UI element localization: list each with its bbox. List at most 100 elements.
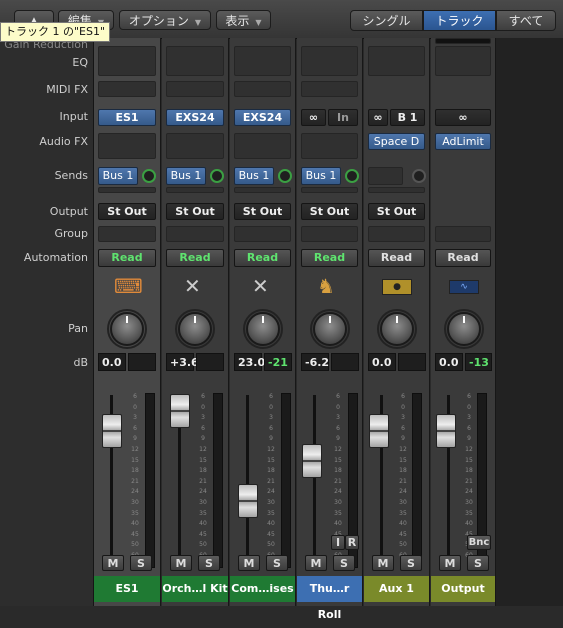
options-menu[interactable]: オプション ▼ [119,10,211,30]
stereo-link-button[interactable]: ∞ [435,109,491,126]
volume-fader[interactable] [102,414,122,448]
automation-mode[interactable]: Read [301,249,358,267]
channel-strip-output[interactable]: ∞ AdLimit Read ∿ 0.0 -13 6 0 3 6 9 12 15 18 21 24… [431,38,496,606]
channel-strip-com-ises[interactable]: EXS24 Bus 1 St Out Read ✕ 23.0 -21 6 0 3 6 9… [230,38,296,606]
send-slot-empty-2[interactable] [368,187,425,193]
group-slot[interactable] [166,226,224,242]
channel-strip-es1[interactable]: ES1 Bus 1 St Out Read ⌨ 0.0 6 0 3 6 9 12 15 18 2… [94,38,161,606]
input-slot[interactable]: B 1 [390,109,425,126]
pan-knob[interactable] [178,312,212,346]
send-level-knob[interactable] [278,169,292,183]
bounce-button[interactable]: Bnc [467,535,491,550]
output-slot[interactable]: St Out [98,203,156,220]
send-slot[interactable]: Bus 1 [98,167,138,185]
track-name[interactable]: Com…ises [230,576,295,602]
automation-mode[interactable]: Read [234,249,291,267]
audio-fx-slot[interactable] [234,133,291,159]
automation-mode[interactable]: Read [166,249,224,267]
pan-knob[interactable] [313,312,347,346]
send-slot[interactable]: Bus 1 [166,167,206,185]
channel-strip-thunder-roll[interactable]: ∞ In Bus 1 St Out Read ♞ -6.2 6 0 3 6 9 12 15 1… [297,38,363,621]
stereo-link-button[interactable]: ∞ [368,109,388,126]
solo-button[interactable]: S [198,555,220,571]
automation-mode[interactable]: Read [98,249,156,267]
eq-slot[interactable] [435,46,491,76]
input-monitor-button[interactable]: I [331,535,345,550]
view-all-button[interactable]: すべて [496,10,556,31]
pan-knob[interactable] [110,312,144,346]
solo-button[interactable]: S [333,555,355,571]
group-slot[interactable] [435,226,491,242]
send-slot-empty[interactable] [98,187,156,193]
volume-fader[interactable] [170,394,190,428]
send-level-knob[interactable] [412,169,426,183]
view-menu[interactable]: 表示 ▼ [216,10,271,30]
pan-knob[interactable] [380,312,414,346]
audio-fx-slot[interactable] [98,133,156,159]
mute-button[interactable]: M [170,555,192,571]
input-slot[interactable]: EXS24 [166,109,224,126]
send-level-knob[interactable] [345,169,359,183]
group-slot[interactable] [301,226,358,242]
midi-fx-slot[interactable] [166,81,224,97]
track-name[interactable]: Orch…l Kit [162,576,228,602]
eq-slot[interactable] [368,46,425,76]
mute-button[interactable]: M [305,555,327,571]
solo-button[interactable]: S [130,555,152,571]
volume-fader[interactable] [436,414,456,448]
send-slot[interactable]: Bus 1 [234,167,274,185]
output-slot[interactable]: St Out [166,203,224,220]
audio-fx-slot[interactable]: AdLimit [435,133,491,150]
volume-fader[interactable] [238,484,258,518]
volume-fader[interactable] [369,414,389,448]
send-slot-empty[interactable] [166,187,224,193]
group-slot[interactable] [368,226,425,242]
input-slot[interactable]: EXS24 [234,109,291,126]
channel-strip-aux1[interactable]: ∞ B 1 Space D St Out Read ● 0.0 6 0 3 6 9 12 1… [364,38,430,606]
eq-slot[interactable] [234,46,291,76]
track-name[interactable]: ES1 [94,576,160,602]
send-slot[interactable]: Bus 1 [301,167,341,185]
mute-button[interactable]: M [238,555,260,571]
solo-button[interactable]: S [467,555,489,571]
group-slot[interactable] [98,226,156,242]
solo-button[interactable]: S [400,555,422,571]
solo-button[interactable]: S [266,555,288,571]
eq-slot[interactable] [301,46,358,76]
input-slot[interactable]: In [328,109,358,126]
audio-fx-slot[interactable] [301,133,358,159]
pan-knob[interactable] [447,312,481,346]
record-enable-button[interactable]: R [345,535,359,550]
volume-fader[interactable] [302,444,322,478]
send-slot-empty[interactable] [234,187,291,193]
view-single-button[interactable]: シングル [350,10,423,31]
send-level-knob[interactable] [210,169,224,183]
input-slot[interactable]: ES1 [98,109,156,126]
send-slot-empty[interactable] [368,167,403,185]
eq-slot[interactable] [98,46,156,76]
midi-fx-slot[interactable] [301,81,358,97]
output-slot[interactable]: St Out [301,203,358,220]
view-track-button[interactable]: トラック [423,10,496,31]
group-slot[interactable] [234,226,291,242]
midi-fx-slot[interactable] [234,81,291,97]
track-name[interactable]: Thu…r Roll [297,576,362,621]
eq-slot[interactable] [166,46,224,76]
track-name[interactable]: Output [431,576,495,602]
audio-fx-slot[interactable]: Space D [368,133,425,150]
channel-strip-orch-kit[interactable]: EXS24 Bus 1 St Out Read ✕ +3.6 6 0 3 6 9 12 15… [162,38,229,606]
mute-button[interactable]: M [372,555,394,571]
mute-button[interactable]: M [102,555,124,571]
automation-mode[interactable]: Read [435,249,491,267]
output-slot[interactable]: St Out [368,203,425,220]
send-slot-empty[interactable] [301,187,358,193]
pan-knob[interactable] [246,312,280,346]
audio-fx-slot[interactable] [166,133,224,159]
midi-fx-slot[interactable] [98,81,156,97]
send-level-knob[interactable] [142,169,156,183]
automation-mode[interactable]: Read [368,249,425,267]
mute-button[interactable]: M [439,555,461,571]
stereo-link-button[interactable]: ∞ [301,109,326,126]
track-name[interactable]: Aux 1 [364,576,429,602]
output-slot[interactable]: St Out [234,203,291,220]
